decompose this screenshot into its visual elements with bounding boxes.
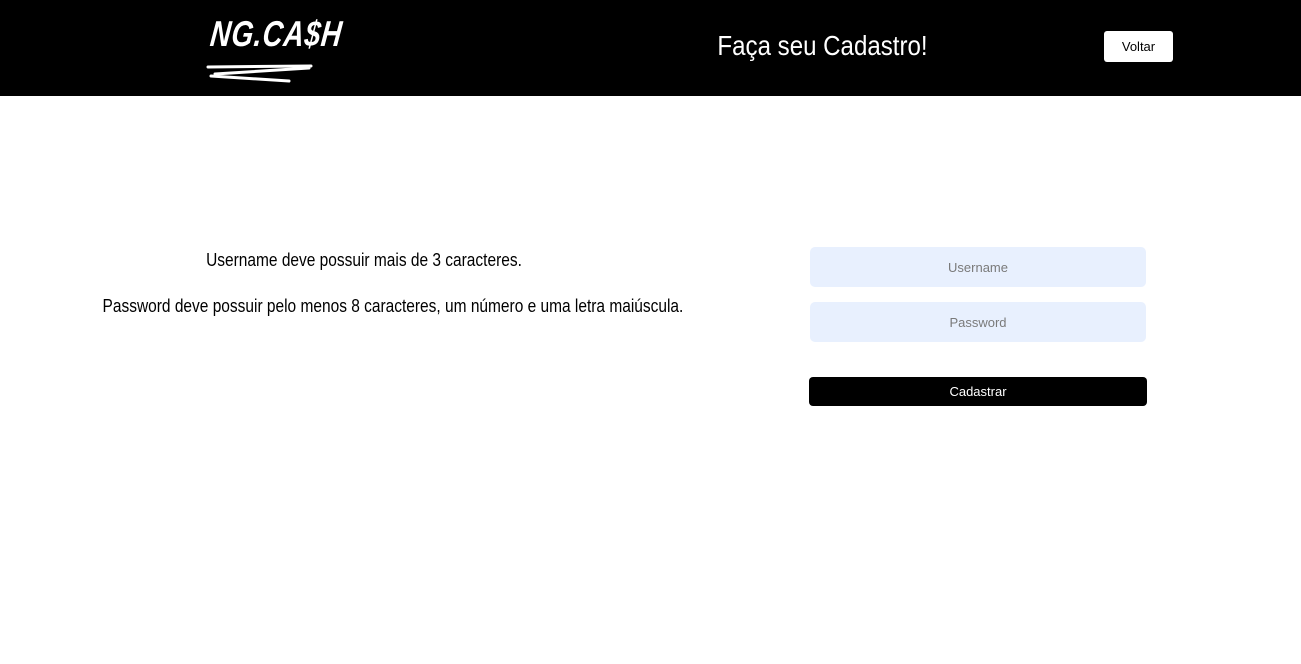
username-input[interactable] [810,247,1146,287]
back-button[interactable]: Voltar [1104,31,1173,62]
registration-rules: Username deve possuir mais de 3 caracter… [60,245,684,321]
top-header: NG.CA$H Faça seu Cadastro! Voltar [0,0,1301,96]
username-rule-text: Username deve possuir mais de 3 caracter… [206,250,522,270]
signup-button[interactable]: Cadastrar [809,377,1147,406]
logo-text: NG.CA$H [208,13,345,54]
page-title: Faça seu Cadastro! [717,30,928,61]
password-rule-text: Password deve possuir pelo menos 8 carac… [102,296,684,316]
logo-underline-strokes [206,64,313,83]
password-input[interactable] [810,302,1146,342]
ngcash-logo: NG.CA$H [205,12,345,86]
signup-form: Cadastrar [809,247,1147,406]
